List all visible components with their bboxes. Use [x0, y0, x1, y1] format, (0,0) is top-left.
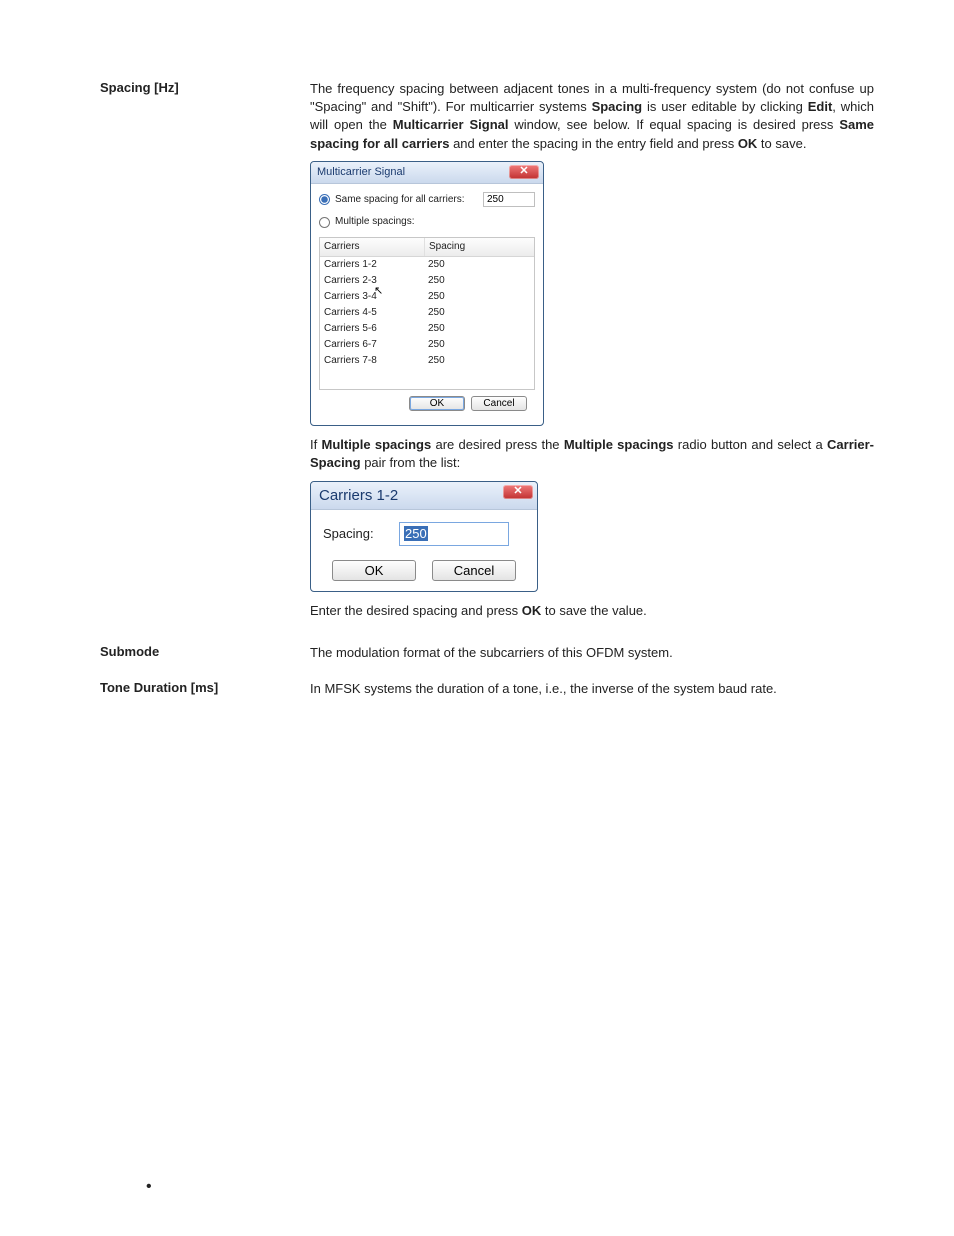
list-cell-carriers: Carriers 3-4	[320, 289, 424, 305]
radio-same-input[interactable]	[319, 194, 330, 205]
list-cell-spacing: 250	[424, 257, 534, 273]
radio-multiple-input[interactable]	[319, 217, 330, 228]
list-cell-spacing: 250	[424, 273, 534, 289]
submode-label: Submode	[100, 644, 310, 659]
dialog1-button-row: OK Cancel	[319, 390, 535, 419]
radio-same-label: Same spacing for all carriers:	[335, 193, 475, 207]
ok-button[interactable]: OK	[409, 396, 465, 411]
list-cell-spacing: 250	[424, 321, 534, 337]
spacing-content: The frequency spacing between adjacent t…	[310, 80, 874, 626]
spacing-label: Spacing [Hz]	[100, 80, 310, 95]
dialog1-titlebar[interactable]: Multicarrier Signal ✕	[311, 162, 543, 184]
list-cell-spacing: 250	[424, 305, 534, 321]
close-icon[interactable]: ✕	[503, 485, 533, 499]
cancel-button[interactable]: Cancel	[432, 560, 516, 581]
dialog2-title: Carriers 1-2	[319, 487, 398, 504]
list-row[interactable]: Carriers 7-8 250	[320, 353, 534, 369]
submode-text: The modulation format of the subcarriers…	[310, 644, 874, 662]
spacing-input-label: Spacing:	[323, 525, 399, 543]
list-row[interactable]: Carriers 4-5 250	[320, 305, 534, 321]
radio-multiple-spacings[interactable]: Multiple spacings:	[319, 215, 535, 229]
list-header: Carriers Spacing	[320, 238, 534, 257]
carrier-spacing-dialog: Carriers 1-2 ✕ Spacing: 250 OK Cancel	[310, 481, 538, 592]
spacing-paragraph-3: Enter the desired spacing and press OK t…	[310, 602, 874, 620]
list-cell-spacing: 250	[424, 289, 534, 305]
spacing-input[interactable]: 250	[399, 522, 509, 546]
list-cell-spacing: 250	[424, 337, 534, 353]
list-row[interactable]: Carriers 1-2 250	[320, 257, 534, 273]
list-row[interactable]: Carriers 5-6 250	[320, 321, 534, 337]
multicarrier-dialog: Multicarrier Signal ✕ Same spacing for a…	[310, 161, 544, 426]
spacing-input-row: Spacing: 250	[323, 522, 525, 546]
tone-duration-section: Tone Duration [ms] In MFSK systems the d…	[100, 680, 874, 698]
list-body[interactable]: Carriers 1-2 250 Carriers 2-3 250 ↖ Carr…	[320, 257, 534, 389]
bullet-icon: •	[146, 1178, 874, 1196]
radio-multiple-label: Multiple spacings:	[335, 215, 535, 229]
cancel-button[interactable]: Cancel	[471, 396, 527, 411]
dialog2-button-row: OK Cancel	[323, 560, 525, 581]
list-cell-carriers: Carriers 6-7	[320, 337, 424, 353]
list-cell-spacing: 250	[424, 353, 534, 369]
same-spacing-value[interactable]	[483, 192, 535, 207]
tone-duration-label: Tone Duration [ms]	[100, 680, 310, 695]
dialog2-body: Spacing: 250 OK Cancel	[311, 510, 537, 591]
dialog2-titlebar[interactable]: Carriers 1-2 ✕	[311, 482, 537, 510]
carriers-list: Carriers Spacing Carriers 1-2 250 Carrie…	[319, 237, 535, 390]
radio-same-spacing[interactable]: Same spacing for all carriers:	[319, 192, 535, 207]
list-cell-carriers: Carriers 4-5	[320, 305, 424, 321]
list-row[interactable]: Carriers 6-7 250	[320, 337, 534, 353]
list-header-carriers: Carriers	[320, 238, 425, 256]
list-row[interactable]: Carriers 3-4 250	[320, 289, 534, 305]
dialog1-body: Same spacing for all carriers: Multiple …	[311, 184, 543, 425]
dialog1-title: Multicarrier Signal	[317, 166, 405, 178]
list-header-spacing: Spacing	[425, 238, 534, 256]
list-cell-carriers: Carriers 7-8	[320, 353, 424, 369]
spacing-section: Spacing [Hz] The frequency spacing betwe…	[100, 80, 874, 626]
spacing-paragraph-1: The frequency spacing between adjacent t…	[310, 80, 874, 153]
list-cell-carriers: Carriers 2-3	[320, 273, 424, 289]
document-page: Spacing [Hz] The frequency spacing betwe…	[0, 0, 954, 1236]
list-row[interactable]: Carriers 2-3 250 ↖	[320, 273, 534, 289]
list-cell-carriers: Carriers 1-2	[320, 257, 424, 273]
spacing-paragraph-2: If Multiple spacings are desired press t…	[310, 436, 874, 472]
submode-section: Submode The modulation format of the sub…	[100, 644, 874, 662]
close-icon[interactable]: ✕	[509, 165, 539, 179]
tone-duration-text: In MFSK systems the duration of a tone, …	[310, 680, 874, 698]
ok-button[interactable]: OK	[332, 560, 416, 581]
list-cell-carriers: Carriers 5-6	[320, 321, 424, 337]
